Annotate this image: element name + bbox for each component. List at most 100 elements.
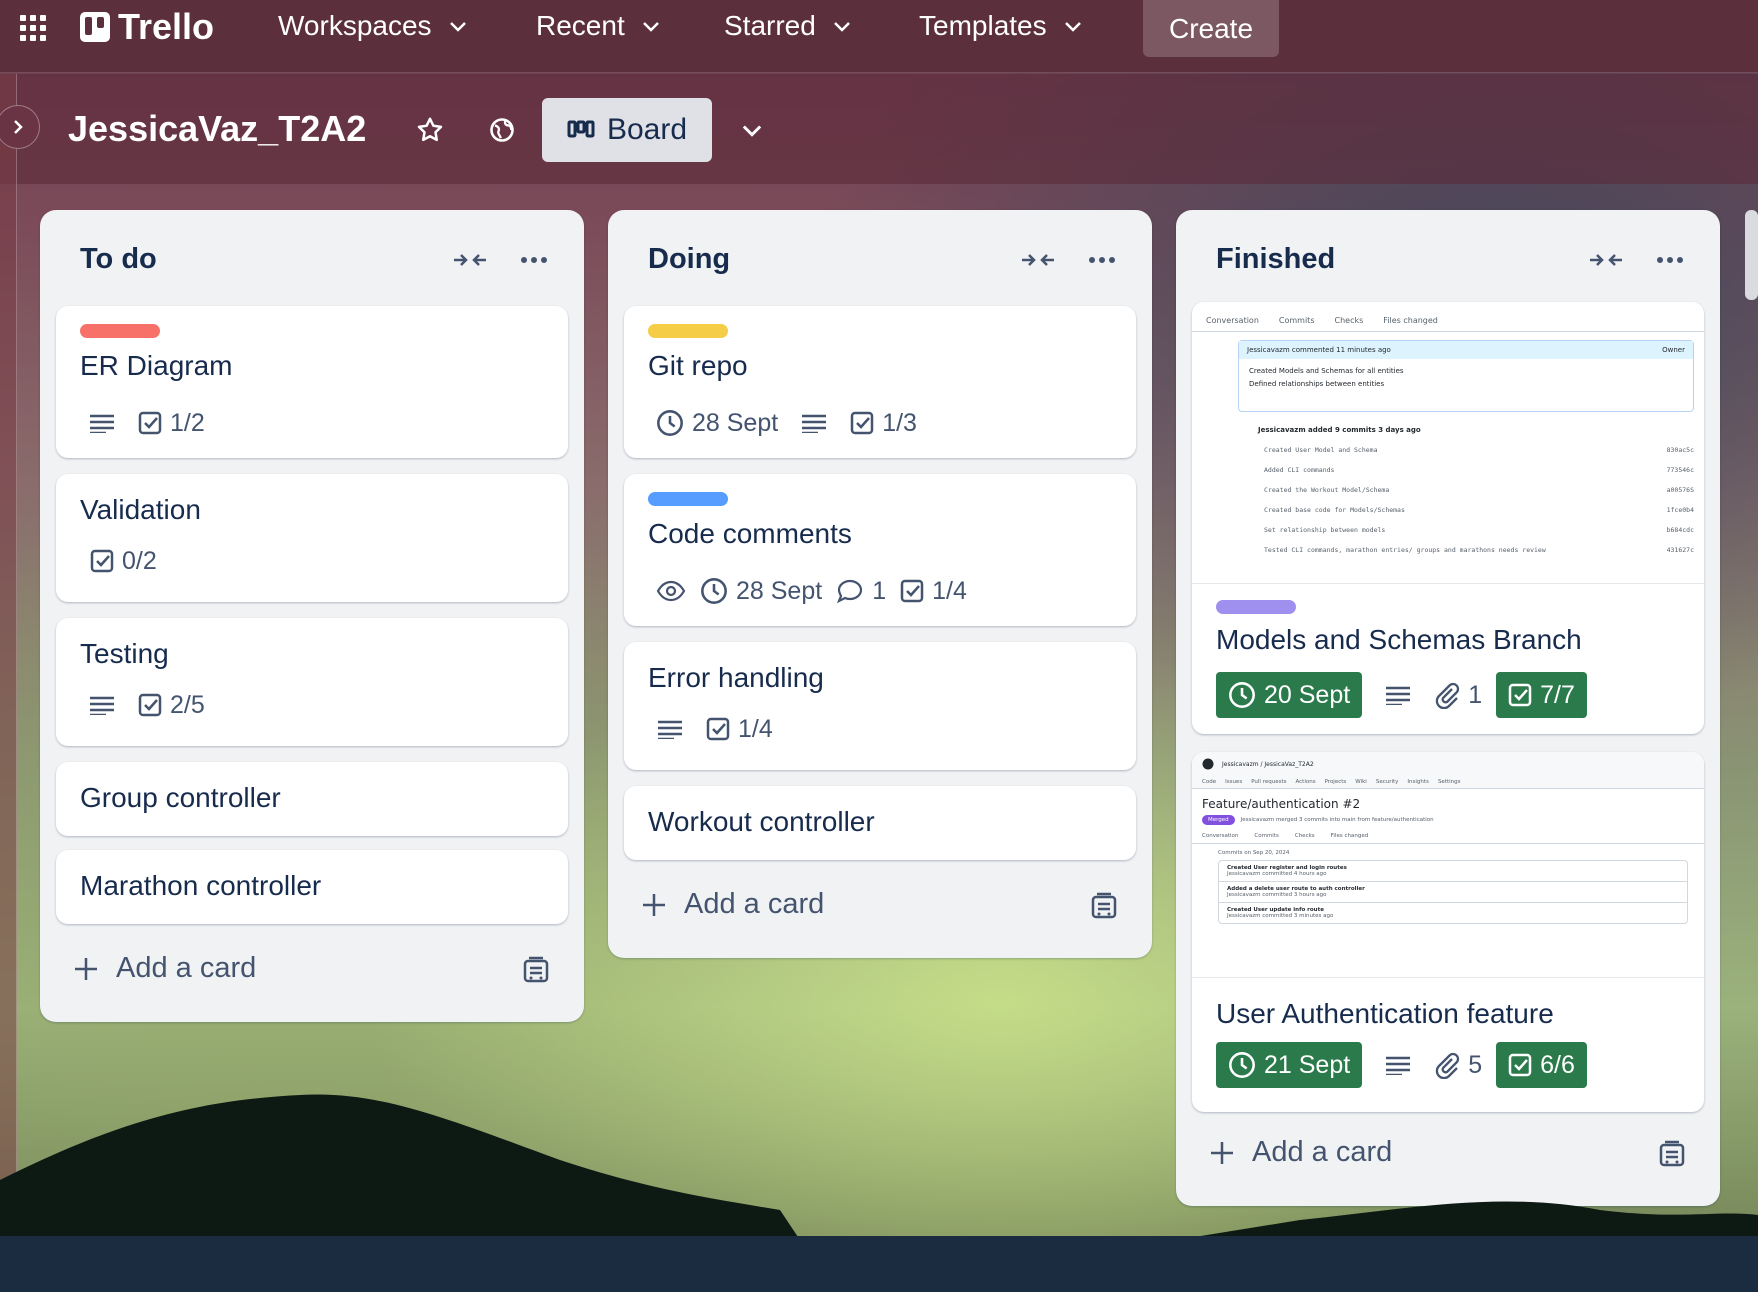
card-title: ER Diagram [80, 350, 233, 381]
card-badges: 28 Sept 1/3 [656, 400, 917, 446]
comments-count: 1 [872, 576, 887, 605]
card-models-and-schemas-branch[interactable]: Conversation Commits Checks Files change… [1192, 302, 1704, 734]
card-validation[interactable]: Validation 0/2 [56, 474, 568, 602]
cover-subtab: Checks [1294, 833, 1315, 839]
checklist-icon [706, 717, 730, 741]
card-badges: 20 Sept 1 7/7 [1216, 672, 1587, 718]
checklist-icon [90, 549, 114, 573]
nav-templates-label: Templates [919, 10, 1047, 41]
collapse-icon [1590, 254, 1622, 266]
nav-starred[interactable]: Starred [724, 0, 854, 52]
trello-logo[interactable]: Trello [80, 6, 214, 48]
nav-templates[interactable]: Templates [919, 0, 1085, 52]
cover-commit-meta: Jessicavazm committed 3 hours ago [1227, 892, 1327, 898]
cover-sha: 773546c [1666, 466, 1694, 474]
cover-bullet: Created Models and Schemas for all entit… [1249, 367, 1404, 375]
checklist-icon [1508, 683, 1532, 707]
cover-commits-date: Commits on Sep 20, 2024 [1218, 850, 1290, 856]
add-card-button[interactable]: Add a card [72, 952, 256, 985]
cover-sha: a00576S [1666, 486, 1694, 494]
attachments-badge: 1 [1434, 672, 1482, 718]
cover-tab: Checks [1334, 316, 1364, 325]
comments-badge: 1 [836, 568, 886, 614]
due-date-badge: 28 Sept [700, 568, 822, 614]
trello-logo-icon [80, 12, 110, 42]
chevron-down-icon [833, 22, 850, 32]
card-error-handling[interactable]: Error handling 1/4 [624, 642, 1136, 770]
chevron-down-icon [449, 22, 466, 32]
board-title[interactable]: JessicaVaz_T2A2 [68, 108, 366, 150]
cover-commit: Created User Model and Schema [1264, 446, 1378, 454]
cover-tab: Insights [1407, 779, 1429, 785]
cover-tab: Code [1202, 779, 1217, 785]
collapse-icon [454, 254, 486, 266]
card-template-button[interactable] [1090, 892, 1122, 924]
horizontal-scroll-hint[interactable] [1745, 210, 1758, 300]
card-group-controller[interactable]: Group controller [56, 762, 568, 836]
cover-commit-meta: Jessicavazm committed 4 hours ago [1227, 871, 1327, 877]
board-view-button[interactable]: Board [542, 98, 712, 162]
nav-workspaces[interactable]: Workspaces [278, 0, 470, 52]
list-title[interactable]: To do [80, 243, 157, 276]
card-title: Testing [80, 638, 169, 669]
cover-tab: Wiki [1355, 779, 1367, 785]
clock-icon [657, 410, 683, 436]
nav-recent-label: Recent [536, 10, 625, 41]
paperclip-icon [1435, 682, 1460, 709]
card-git-repo[interactable]: Git repo 28 Sept 1/3 [624, 306, 1136, 458]
clock-icon [701, 578, 727, 604]
card-title: User Authentication feature [1216, 998, 1554, 1029]
collapse-list-button[interactable] [452, 244, 488, 276]
cover-tab: Security [1375, 779, 1399, 785]
checklist-badge: 1/2 [138, 400, 205, 446]
due-date: 20 Sept [1264, 680, 1351, 709]
card-badges: 2/5 [80, 682, 205, 728]
list-title[interactable]: Doing [648, 243, 730, 276]
brand-name: Trello [118, 6, 215, 47]
checklist-badge: 0/2 [90, 538, 157, 584]
views-dropdown-button[interactable] [730, 108, 774, 152]
card-cover-image: Conversation Commits Checks Files change… [1192, 302, 1704, 584]
create-button[interactable]: Create [1143, 0, 1279, 57]
card-title: Workout controller [648, 806, 875, 837]
template-icon [523, 956, 549, 983]
list-title[interactable]: Finished [1216, 243, 1335, 276]
nav-recent[interactable]: Recent [536, 0, 663, 52]
list-menu-button[interactable] [516, 244, 552, 276]
card-badges: 0/2 [90, 538, 157, 584]
list-menu-button[interactable] [1084, 244, 1120, 276]
app-switcher-icon[interactable] [18, 13, 48, 43]
collapse-icon [1022, 254, 1054, 266]
card-template-button[interactable] [522, 956, 554, 988]
card-testing[interactable]: Testing 2/5 [56, 618, 568, 746]
add-card-label: Add a card [684, 888, 825, 920]
checklist-badge: 1/4 [900, 568, 967, 614]
card-badges: 28 Sept 1 1/4 [656, 568, 967, 614]
add-card-button[interactable]: Add a card [640, 888, 824, 921]
chevron-down-icon [1064, 22, 1081, 32]
star-board-button[interactable] [408, 108, 452, 152]
card-label-blue [648, 492, 728, 506]
card-workout-controller[interactable]: Workout controller [624, 786, 1136, 860]
nav-workspaces-label: Workspaces [278, 10, 432, 41]
visibility-button[interactable] [480, 108, 524, 152]
collapse-list-button[interactable] [1588, 244, 1624, 276]
chevron-down-icon [642, 22, 659, 32]
cover-merged-badge: Merged [1202, 815, 1235, 825]
list-menu-button[interactable] [1652, 244, 1688, 276]
cover-merge-text: Jessicavazm merged 3 commits into main f… [1240, 817, 1434, 823]
card-er-diagram[interactable]: ER Diagram 1/2 [56, 306, 568, 458]
checklist-icon [138, 693, 162, 717]
template-icon [1091, 892, 1117, 919]
due-date-badge: 28 Sept [656, 400, 778, 446]
more-icon [1089, 257, 1115, 263]
cover-commit: Tested CLI commands, marathon entries/ g… [1264, 546, 1546, 554]
plus-icon [75, 957, 97, 980]
card-code-comments[interactable]: Code comments 28 Sept 1 1/4 [624, 474, 1136, 626]
card-user-authentication-feature[interactable]: Jessicavazm / JessicaVaz_T2A2 Code Issue… [1192, 752, 1704, 1112]
collapse-list-button[interactable] [1020, 244, 1056, 276]
cover-tab: Commits [1278, 316, 1315, 325]
card-marathon-controller[interactable]: Marathon controller [56, 850, 568, 924]
description-icon [648, 706, 692, 752]
mountain-silhouette [0, 1094, 1758, 1240]
